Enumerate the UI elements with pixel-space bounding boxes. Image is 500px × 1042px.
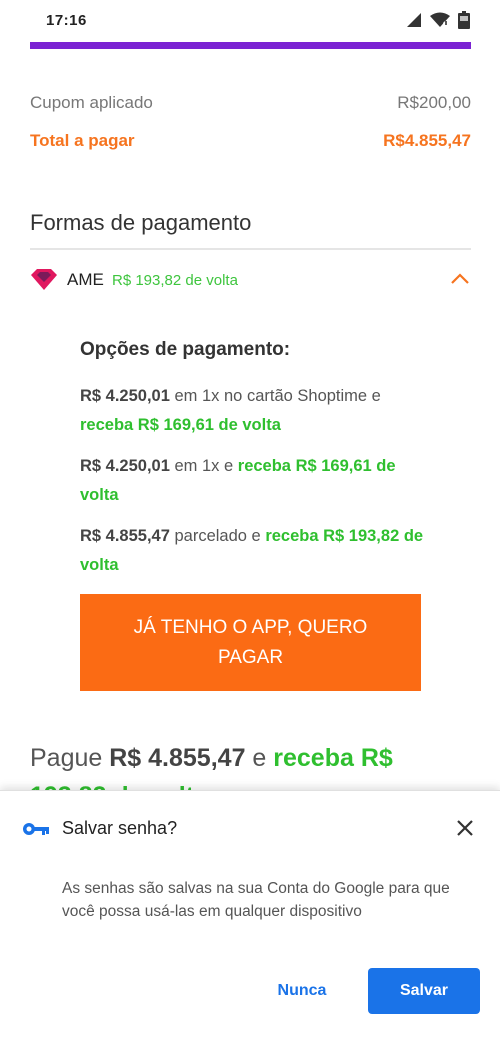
pay-mid: e (245, 744, 274, 772)
option-text: em 1x no cartão Shoptime e (169, 387, 381, 405)
status-icons (406, 11, 470, 34)
pay-prefix: Pague (30, 744, 110, 772)
payment-option: R$ 4.250,01 em 1x no cartão Shoptime e r… (80, 382, 425, 440)
pay-summary-line: Pague R$ 4.855,47 e receba R$ (30, 744, 393, 773)
payment-option: R$ 4.855,47 parcelado e receba R$ 193,82… (80, 522, 425, 580)
key-icon (22, 821, 50, 837)
total-label: Total a pagar (30, 131, 135, 150)
status-bar: 17:16 (0, 0, 500, 40)
payment-method-name: AME (67, 270, 104, 289)
coupon-row: Cupom aplicado R$200,00 (30, 93, 471, 113)
chevron-up-icon[interactable] (449, 271, 471, 287)
progress-bar (30, 42, 471, 49)
ame-heart-logo (30, 269, 58, 291)
payment-options-title: Opções de pagamento: (80, 339, 291, 360)
option-cashback: receba R$ 169,61 de volta (80, 416, 281, 434)
signal-icon (406, 12, 422, 33)
never-button[interactable]: Nunca (262, 971, 342, 1011)
option-amount: R$ 4.250,01 (80, 457, 170, 475)
wifi-icon (430, 12, 450, 33)
payment-method-cashback: R$ 193,82 de volta (112, 272, 238, 289)
close-icon[interactable] (456, 819, 474, 837)
payment-method-ame[interactable]: AME R$ 193,82 de volta (30, 267, 471, 293)
open-app-pay-button[interactable]: JÁ TENHO O APP, QUERO PAGAR (80, 594, 421, 691)
battery-icon (458, 11, 470, 34)
total-value: R$4.855,47 (383, 131, 471, 150)
payment-option: R$ 4.250,01 em 1x e receba R$ 169,61 de … (80, 452, 425, 510)
save-password-sheet: Salvar senha? As senhas são salvas na su… (0, 790, 500, 1042)
payment-section-title: Formas de pagamento (30, 210, 252, 235)
dialog-body: As senhas são salvas na sua Conta do Goo… (62, 880, 450, 920)
divider (30, 248, 471, 250)
option-amount: R$ 4.250,01 (80, 387, 170, 405)
pay-cashback: receba R$ (273, 744, 393, 772)
pay-amount: R$ 4.855,47 (109, 744, 246, 772)
option-text: em 1x e (169, 457, 238, 475)
coupon-label: Cupom aplicado (30, 93, 153, 112)
option-text: parcelado e (169, 527, 266, 545)
save-button[interactable]: Salvar (368, 968, 480, 1014)
status-time: 17:16 (46, 12, 87, 29)
coupon-value: R$200,00 (397, 93, 471, 112)
total-row: Total a pagar R$4.855,47 (30, 131, 471, 151)
dialog-title: Salvar senha? (62, 818, 178, 838)
open-app-pay-label: JÁ TENHO O APP, QUERO PAGAR (133, 616, 368, 668)
option-amount: R$ 4.855,47 (80, 527, 170, 545)
